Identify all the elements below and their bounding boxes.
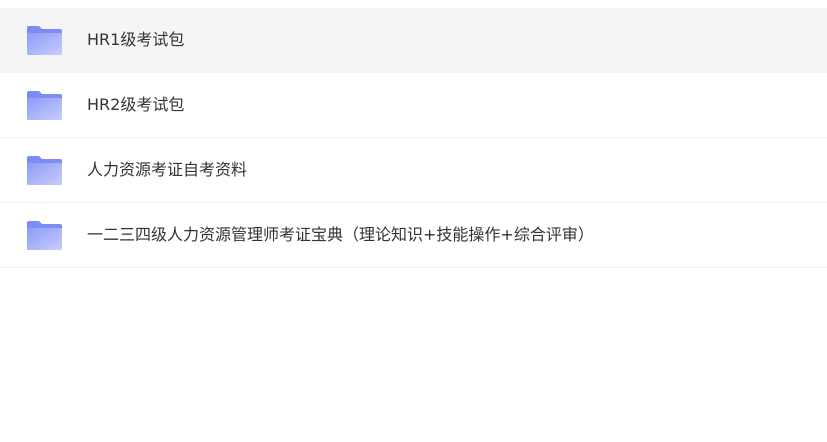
folder-row[interactable]: 人力资源考证自考资料 [0,138,827,203]
folder-icon [26,156,63,186]
folder-name: HR1级考试包 [87,30,185,49]
folder-icon [26,91,63,121]
folder-icon [26,221,63,251]
folder-row[interactable]: HR2级考试包 [0,73,827,138]
folder-name: HR2级考试包 [87,95,185,114]
folder-icon [26,26,63,56]
folder-name: 人力资源考证自考资料 [87,160,248,179]
folder-list: HR1级考试包 HR2级考试包 人力资源考证自考资料 一二三四级人力资源管理师考… [0,8,827,268]
folder-name: 一二三四级人力资源管理师考证宝典（理论知识+技能操作+综合评审） [87,225,594,244]
folder-row[interactable]: HR1级考试包 [0,8,827,73]
folder-row[interactable]: 一二三四级人力资源管理师考证宝典（理论知识+技能操作+综合评审） [0,203,827,268]
